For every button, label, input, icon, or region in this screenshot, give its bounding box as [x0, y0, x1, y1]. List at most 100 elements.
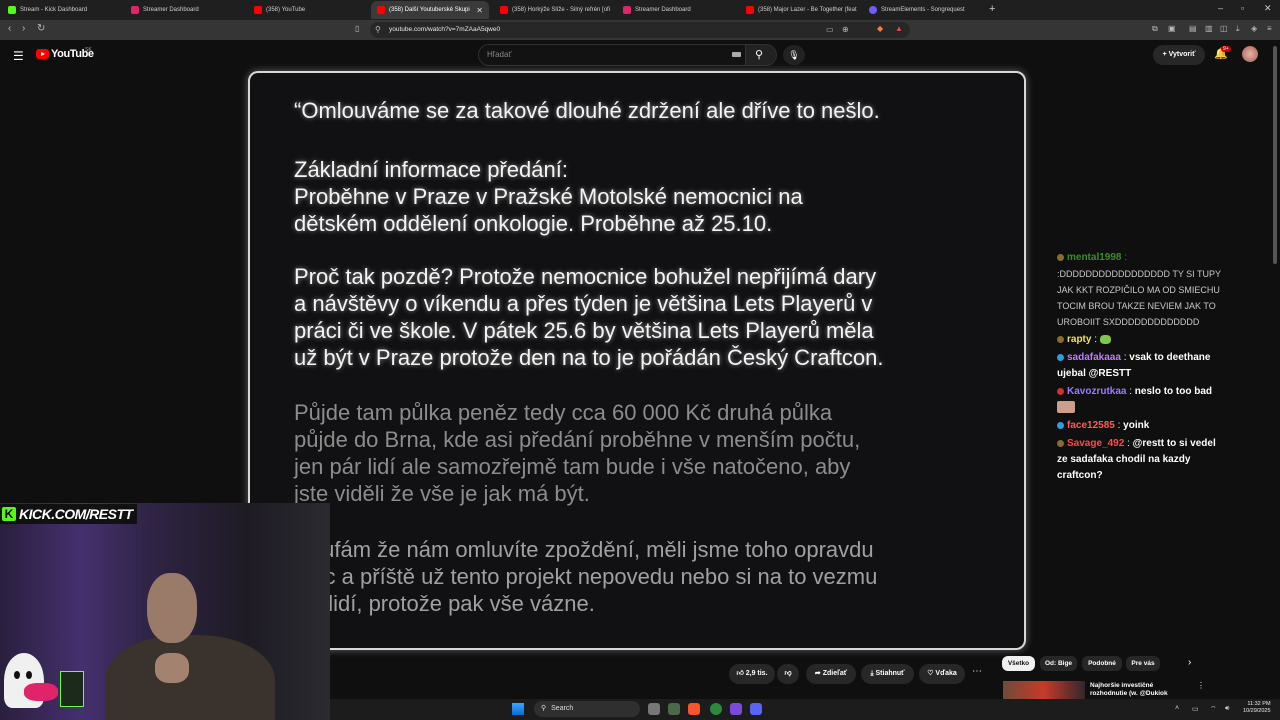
- tab-horkyze-slize[interactable]: (358) Horkýže Slíže - Silný refrén [ofi: [494, 1, 612, 19]
- tab-title: (358) Horkýže Slíže - Silný refrén [ofi: [512, 7, 611, 13]
- tray-chevron-icon[interactable]: ˄: [1175, 705, 1179, 712]
- tab-youtube[interactable]: (358) YouTube: [248, 1, 366, 19]
- guide-menu-icon[interactable]: ☰: [13, 49, 24, 63]
- tab-title: (358) Další Youtuberské Skupi: [389, 7, 470, 13]
- volume-icon[interactable]: 🔊︎: [1225, 705, 1229, 713]
- avatar[interactable]: [1242, 46, 1258, 62]
- create-button[interactable]: + Vytvoriť: [1153, 45, 1205, 65]
- site-info-icon[interactable]: ⚲: [375, 25, 381, 34]
- network-icon[interactable]: ▭: [1192, 705, 1199, 713]
- forward-icon[interactable]: ›: [22, 23, 25, 34]
- lips-decoration-icon: [24, 683, 58, 701]
- thumbs-down-icon: 👎︎: [784, 670, 792, 677]
- bookmark-icon[interactable]: ▯: [355, 24, 359, 33]
- extensions-icon[interactable]: ⧉: [1152, 24, 1158, 34]
- url-text: youtube.com/watch?v=7mZAaA5qwe0: [389, 26, 501, 33]
- slide-line: už být v Praze protože den na to je pořá…: [294, 345, 884, 370]
- sidebar-icon[interactable]: ▣: [1168, 24, 1176, 33]
- youtube-logo-icon[interactable]: [36, 49, 49, 59]
- maximize-icon[interactable]: ▫: [1241, 3, 1244, 13]
- search-button[interactable]: ⚲: [745, 44, 777, 66]
- taskbar-search-label: Search: [551, 705, 574, 712]
- brave-rewards-icon[interactable]: ▲: [895, 24, 903, 33]
- cast-icon[interactable]: ▭: [826, 25, 834, 34]
- recommended-thumbnail[interactable]: [1003, 681, 1085, 701]
- discord-icon[interactable]: [750, 703, 762, 715]
- energy-drink-can: [60, 671, 84, 707]
- chat-username: rapty: [1067, 334, 1092, 345]
- keyboard-icon[interactable]: [732, 52, 741, 57]
- youtube-favicon-icon: [377, 6, 385, 14]
- chat-message: mental1998 : :DDDDDDDDDDDDDDDDD TY SI TU…: [1057, 250, 1227, 330]
- brave-shield-icon[interactable]: ◆: [877, 24, 883, 33]
- clock-date: 10/29/2025: [1243, 708, 1271, 714]
- tab-songrequest[interactable]: StreamElements - Songrequest: [863, 1, 981, 19]
- thanks-button[interactable]: ♡ Vďaka: [919, 664, 965, 684]
- chat-username: mental1998: [1067, 252, 1122, 263]
- streamelements-favicon-icon: [623, 6, 631, 14]
- reload-icon[interactable]: ↻: [37, 23, 45, 34]
- video-player[interactable]: “Omlouváme se za takové dlouhé zdržení a…: [248, 71, 1026, 650]
- voice-search-icon[interactable]: 🎙: [783, 45, 805, 65]
- minimize-icon[interactable]: –: [1218, 3, 1223, 13]
- chips-next-icon[interactable]: ›: [1188, 657, 1191, 668]
- chip-related[interactable]: Podobné: [1082, 656, 1122, 671]
- badge-icon: [1057, 253, 1064, 261]
- more-actions-icon[interactable]: ⋯: [972, 666, 982, 677]
- app-icon[interactable]: [668, 703, 680, 715]
- youtube-favicon-icon: [500, 6, 508, 14]
- streamelements-favicon-icon: [869, 6, 877, 14]
- youtube-masthead: ☰ YouTube SK Hľadať ⚲ 🎙 + Vytvoriť 🔔 9+: [0, 40, 1280, 70]
- recommended-menu-icon[interactable]: ⋮: [1197, 681, 1205, 690]
- streamer-head: [147, 573, 197, 643]
- kick-channel-banner: K KICK.COM/RESTT: [0, 504, 137, 524]
- menu-icon[interactable]: ≡: [1267, 24, 1272, 33]
- tab-streamer-dashboard[interactable]: Streamer Dashboard: [125, 1, 243, 19]
- search-input[interactable]: Hľadať: [478, 44, 746, 66]
- wifi-icon[interactable]: ⌔: [1210, 705, 1217, 714]
- chip-all[interactable]: Všetko: [1002, 656, 1035, 671]
- tab-active-video[interactable]: (358) Další Youtuberské Skupi ✕: [371, 1, 489, 19]
- taskbar-search[interactable]: ⚲ Search: [534, 701, 640, 717]
- close-tab-icon[interactable]: ✕: [476, 6, 483, 15]
- obs-icon[interactable]: [730, 703, 742, 715]
- chat-separator: :: [1121, 252, 1128, 263]
- brave-icon[interactable]: [688, 703, 700, 715]
- new-tab-icon[interactable]: +: [989, 3, 995, 15]
- wallet-icon[interactable]: ◈: [1251, 24, 1257, 33]
- start-icon[interactable]: [512, 703, 524, 715]
- streamer-body: [105, 635, 275, 720]
- reading-list-icon[interactable]: ▤: [1189, 24, 1197, 33]
- tab-major-lazer[interactable]: (358) Major Lazer - Be Together (feat: [740, 1, 858, 19]
- chrome-icon[interactable]: [710, 703, 722, 715]
- recommended-title[interactable]: Najhoršie investičné rozhodnutie (w. @Du…: [1090, 682, 1190, 698]
- dislike-button[interactable]: 👎︎: [777, 664, 799, 684]
- tab-title: Stream - Kick Dashboard: [20, 7, 88, 13]
- url-bar[interactable]: ⚲ youtube.com/watch?v=7mZAaA5qwe0 ▭ ⊕ ◆ …: [370, 22, 910, 38]
- chip-from-channel[interactable]: Od: Bige: [1040, 656, 1077, 671]
- tab-title: Streamer Dashboard: [143, 7, 199, 13]
- share-button[interactable]: ➦ Zdieľať: [806, 664, 856, 684]
- split-view-icon[interactable]: ▥: [1205, 24, 1213, 33]
- downloads-icon[interactable]: ⤓: [1236, 24, 1240, 34]
- tab-kick-dashboard[interactable]: Stream - Kick Dashboard: [2, 1, 120, 19]
- download-button[interactable]: ⤓ Stiahnuť: [861, 664, 914, 684]
- streamelements-favicon-icon: [131, 6, 139, 14]
- page-scrollbar[interactable]: [1273, 46, 1277, 264]
- close-window-icon[interactable]: ✕: [1264, 3, 1272, 14]
- badge-icon: [1057, 387, 1064, 395]
- tab-search-icon[interactable]: ◫: [1220, 24, 1228, 33]
- slide-line: a návštěvy o víkendu a přes týden je vět…: [294, 291, 873, 316]
- tab-streamer-dashboard-2[interactable]: Streamer Dashboard: [617, 1, 735, 19]
- badge-icon: [1057, 335, 1064, 343]
- back-icon[interactable]: ‹: [8, 23, 11, 34]
- like-button[interactable]: 👍︎ 2,9 tis.: [729, 664, 775, 684]
- task-view-icon[interactable]: [648, 703, 660, 715]
- slide-line: jste viděli že vše je jak má být.: [294, 481, 590, 506]
- chat-message: sadafakaaa : vsak to deethane ujebal @RE…: [1057, 350, 1227, 382]
- system-clock[interactable]: 11:32 PM 10/29/2025: [1243, 701, 1271, 715]
- chat-text: neslo to too bad: [1132, 386, 1213, 397]
- zoom-icon[interactable]: ⊕: [842, 25, 849, 34]
- slide-line: Proběhne v Praze v Pražské Motolské nemo…: [294, 184, 803, 209]
- chip-for-you[interactable]: Pre vás: [1126, 656, 1160, 671]
